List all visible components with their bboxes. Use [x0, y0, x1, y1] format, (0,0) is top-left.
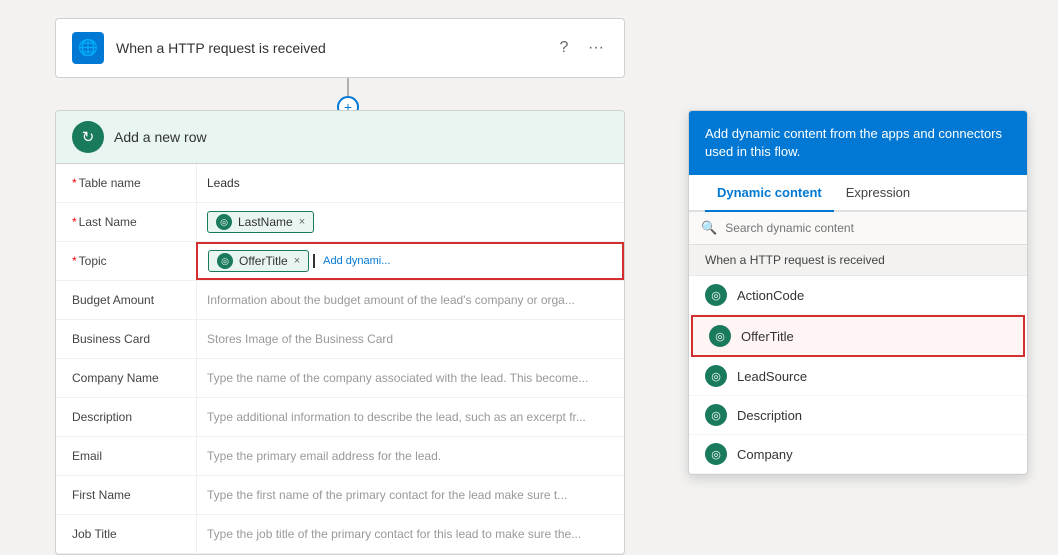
last-name-value[interactable]: ◎ LastName × — [196, 203, 624, 241]
job-title-value[interactable]: Type the job title of the primary contac… — [196, 515, 624, 553]
description-dyn-label: Description — [737, 408, 802, 423]
action-card-header: ↻ Add a new row — [56, 111, 624, 164]
required-star: * — [72, 176, 77, 190]
dynamic-item-offertitle[interactable]: ◎ OfferTitle — [691, 315, 1025, 357]
http-trigger-title: When a HTTP request is received — [116, 40, 540, 56]
business-card-value[interactable]: Stores Image of the Business Card — [196, 320, 624, 358]
first-name-value[interactable]: Type the first name of the primary conta… — [196, 476, 624, 514]
table-name-text: Leads — [207, 176, 240, 190]
action-card-title: Add a new row — [114, 129, 207, 145]
topic-tag: ◎ OfferTitle × — [208, 250, 309, 272]
topic-tag-text: OfferTitle — [239, 254, 288, 268]
form-row-job-title: Job Title Type the job title of the prim… — [56, 515, 624, 554]
company-value[interactable]: Type the name of the company associated … — [196, 359, 624, 397]
company-label: Company Name — [56, 363, 196, 393]
add-dynamic-link[interactable]: Add dynami... — [323, 255, 390, 267]
dynamic-panel-tabs: Dynamic content Expression — [689, 175, 1027, 212]
more-options-button[interactable]: ··· — [584, 36, 608, 60]
job-title-placeholder: Type the job title of the primary contac… — [207, 527, 581, 541]
action-card-icon: ↻ — [72, 121, 104, 153]
form-row-company: Company Name Type the name of the compan… — [56, 359, 624, 398]
description-placeholder: Type additional information to describe … — [207, 410, 586, 424]
dynamic-panel-header: Add dynamic content from the apps and co… — [689, 111, 1027, 175]
help-button[interactable]: ? — [552, 36, 576, 60]
company-placeholder: Type the name of the company associated … — [207, 371, 588, 385]
dynamic-item-company[interactable]: ◎ Company — [689, 435, 1027, 474]
leadsource-label: LeadSource — [737, 369, 807, 384]
section-header: When a HTTP request is received — [689, 245, 1027, 276]
last-name-tag-remove[interactable]: × — [299, 216, 305, 228]
form-row-budget: Budget Amount Information about the budg… — [56, 281, 624, 320]
leadsource-icon: ◎ — [705, 365, 727, 387]
first-name-placeholder: Type the first name of the primary conta… — [207, 488, 567, 502]
first-name-label: First Name — [56, 480, 196, 510]
business-card-placeholder: Stores Image of the Business Card — [207, 332, 393, 346]
offertitle-icon: ◎ — [709, 325, 731, 347]
http-trigger-icon: 🌐 — [72, 32, 104, 64]
budget-value[interactable]: Information about the budget amount of t… — [196, 281, 624, 319]
search-icon: 🔍 — [701, 220, 717, 236]
search-bar: 🔍 — [689, 212, 1027, 245]
offertitle-label: OfferTitle — [741, 329, 794, 344]
required-star-2: * — [72, 215, 77, 229]
topic-tag-icon: ◎ — [217, 253, 233, 269]
topic-value[interactable]: ◎ OfferTitle × Add dynami... — [196, 242, 624, 280]
email-value[interactable]: Type the primary email address for the l… — [196, 437, 624, 475]
form-row-business-card: Business Card Stores Image of the Busine… — [56, 320, 624, 359]
last-name-label: *Last Name — [56, 207, 196, 237]
connector-line-top — [347, 78, 349, 96]
http-trigger-actions: ? ··· — [552, 36, 608, 60]
action-card: ↻ Add a new row *Table name Leads *Last … — [55, 110, 625, 555]
text-cursor — [313, 254, 315, 268]
description-label: Description — [56, 402, 196, 432]
last-name-tag-text: LastName — [238, 215, 293, 229]
table-name-value[interactable]: Leads — [196, 164, 624, 202]
search-input[interactable] — [725, 221, 1015, 235]
last-name-tag: ◎ LastName × — [207, 211, 314, 233]
last-name-tag-icon: ◎ — [216, 214, 232, 230]
form-row-table-name: *Table name Leads — [56, 164, 624, 203]
email-placeholder: Type the primary email address for the l… — [207, 449, 441, 463]
form-row-topic: *Topic ◎ OfferTitle × Add dynami... — [56, 242, 624, 281]
budget-label: Budget Amount — [56, 285, 196, 315]
company-dyn-icon: ◎ — [705, 443, 727, 465]
company-dyn-label: Company — [737, 447, 793, 462]
table-name-label: *Table name — [56, 168, 196, 198]
description-value[interactable]: Type additional information to describe … — [196, 398, 624, 436]
form-row-first-name: First Name Type the first name of the pr… — [56, 476, 624, 515]
topic-tag-remove[interactable]: × — [294, 255, 300, 267]
form-row-last-name: *Last Name ◎ LastName × — [56, 203, 624, 242]
topic-label: *Topic — [56, 246, 196, 276]
tab-dynamic-content[interactable]: Dynamic content — [705, 175, 834, 212]
description-dyn-icon: ◎ — [705, 404, 727, 426]
form-row-email: Email Type the primary email address for… — [56, 437, 624, 476]
budget-placeholder: Information about the budget amount of t… — [207, 293, 575, 307]
dynamic-item-actioncode[interactable]: ◎ ActionCode — [689, 276, 1027, 315]
business-card-label: Business Card — [56, 324, 196, 354]
dynamic-panel-header-text: Add dynamic content from the apps and co… — [705, 126, 1002, 159]
http-trigger-card: 🌐 When a HTTP request is received ? ··· — [55, 18, 625, 78]
tab-expression[interactable]: Expression — [834, 175, 922, 212]
dynamic-item-description[interactable]: ◎ Description — [689, 396, 1027, 435]
job-title-label: Job Title — [56, 519, 196, 549]
dynamic-content-panel: Add dynamic content from the apps and co… — [688, 110, 1028, 475]
required-star-3: * — [72, 254, 77, 268]
email-label: Email — [56, 441, 196, 471]
actioncode-label: ActionCode — [737, 288, 804, 303]
dynamic-item-leadsource[interactable]: ◎ LeadSource — [689, 357, 1027, 396]
actioncode-icon: ◎ — [705, 284, 727, 306]
form-row-description: Description Type additional information … — [56, 398, 624, 437]
